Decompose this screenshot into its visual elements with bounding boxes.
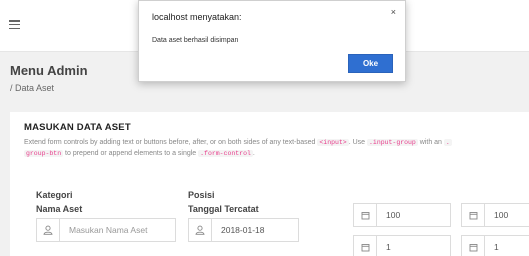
code-snippet: . (443, 139, 452, 146)
alert-dialog: localhost menyatakan: × Data aset berhas… (138, 0, 406, 82)
posisi-label: Posisi (188, 190, 215, 200)
breadcrumb: / Data Aset (10, 83, 55, 93)
close-icon[interactable]: × (391, 7, 396, 17)
kategori-label: Kategori (36, 190, 73, 200)
number-input-2[interactable]: 100 (485, 204, 529, 226)
dialog-title: localhost menyatakan: (152, 12, 242, 22)
number-input-1[interactable]: 100 (377, 204, 450, 226)
hamburger-menu-icon[interactable] (9, 20, 20, 30)
number-input-group-2[interactable]: 100 (461, 203, 529, 227)
page-title: Menu Admin (10, 63, 88, 78)
tanggal-tercatat-input[interactable]: 2018-01-18 (212, 219, 298, 241)
card-description: Extend form controls by adding text or b… (24, 139, 452, 157)
user-icon (37, 219, 60, 241)
calendar-icon (462, 236, 485, 256)
nama-aset-label: Nama Aset (36, 204, 83, 214)
ok-button[interactable]: Oke (348, 54, 393, 73)
number-input-group-3[interactable]: 1 (353, 235, 451, 256)
tanggal-tercatat-label: Tanggal Tercatat (188, 204, 259, 214)
form-card: MASUKAN DATA ASET Extend form controls b… (10, 112, 529, 256)
calendar-icon (462, 204, 485, 226)
user-icon (189, 219, 212, 241)
calendar-icon (354, 204, 377, 226)
number-input-group-1[interactable]: 100 (353, 203, 451, 227)
code-snippet: .input-group (367, 139, 418, 146)
card-title: MASUKAN DATA ASET (24, 122, 131, 133)
code-snippet: .form-control (198, 150, 253, 157)
nama-aset-input-group[interactable]: Masukan Nama Aset (36, 218, 176, 242)
code-snippet: group-btn (24, 150, 64, 157)
dialog-message: Data aset berhasil disimpan (152, 37, 239, 44)
tanggal-input-group[interactable]: 2018-01-18 (188, 218, 299, 242)
number-input-group-4[interactable]: 1 (461, 235, 529, 256)
number-input-4[interactable]: 1 (485, 236, 529, 256)
code-snippet: <input> (317, 139, 349, 146)
nama-aset-input[interactable]: Masukan Nama Aset (60, 219, 175, 241)
number-input-3[interactable]: 1 (377, 236, 450, 256)
calendar-icon (354, 236, 377, 256)
